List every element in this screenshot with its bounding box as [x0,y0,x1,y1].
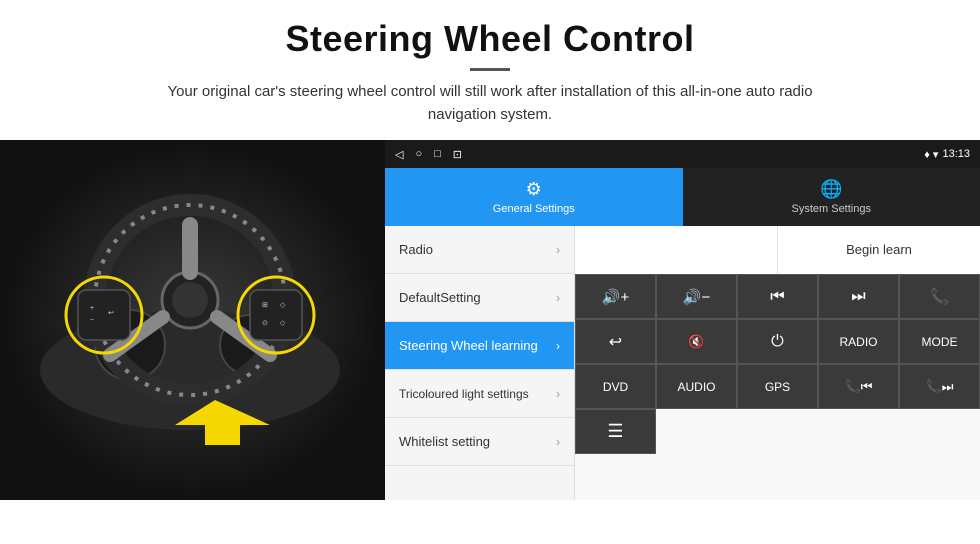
tabs-row: ⚙ General Settings 🌐 System Settings [385,168,980,226]
right-controls: Begin learn 🔊+ 🔊− ⏮ ⏭ [575,226,980,500]
svg-text:⊞: ⊞ [262,302,268,309]
menu-item-radio-label: Radio [399,242,433,257]
power-button[interactable]: ⏻ [737,319,818,364]
page-header: Steering Wheel Control Your original car… [0,0,980,136]
svg-text:↩: ↩ [108,310,114,317]
gps-label: GPS [765,380,790,394]
general-settings-icon: ⚙ [526,179,542,200]
chevron-icon: › [556,243,560,257]
chevron-icon: › [556,339,560,353]
tab-system-settings[interactable]: 🌐 System Settings [683,168,980,226]
mute-button[interactable]: 🔇 [656,319,737,364]
call-next-icon: 📞⏭ [926,379,954,395]
call-prev-button[interactable]: 📞⏮ [818,364,899,409]
menu-list-icon: ☰ [607,421,623,442]
time-display: 13:13 [942,148,970,160]
controls-row4: ☰ [575,409,980,454]
steering-wheel-image: ● + − ↩ ⊞ ◇ ⊙ ◇ [30,170,350,450]
call-icon: 📞 [930,287,950,307]
radio-label: RADIO [839,335,877,349]
menu-item-radio[interactable]: Radio › [385,226,574,274]
home-icon[interactable]: ○ [415,148,422,160]
menu-item-default-label: DefaultSetting [399,290,481,305]
power-icon: ⏻ [771,333,784,351]
menu-item-default-setting[interactable]: DefaultSetting › [385,274,574,322]
svg-text:⊙: ⊙ [262,320,268,327]
prev-track-icon: ⏮ [770,288,784,306]
tab-general-label: General Settings [493,203,575,215]
audio-label: AUDIO [677,380,715,394]
back-call-button[interactable]: ↩ [575,319,656,364]
dvd-button[interactable]: DVD [575,364,656,409]
tab-general-settings[interactable]: ⚙ General Settings [385,168,683,226]
car-image-area: ● + − ↩ ⊞ ◇ ⊙ ◇ [0,140,385,500]
audio-button[interactable]: AUDIO [656,364,737,409]
menu-item-steering-wheel[interactable]: Steering Wheel learning › [385,322,574,370]
main-content: ● + − ↩ ⊞ ◇ ⊙ ◇ [0,140,980,500]
svg-text:◇: ◇ [280,302,286,309]
tab-system-label: System Settings [792,203,871,215]
nav-icons: ◁ ○ □ ⊡ [395,148,462,161]
chevron-icon: › [556,387,560,401]
back-icon[interactable]: ◁ [395,148,403,161]
svg-text:−: − [90,317,94,324]
page-subtitle: Your original car's steering wheel contr… [140,81,840,126]
recents-icon[interactable]: □ [434,148,441,160]
mode-label: MODE [922,335,958,349]
begin-learn-row: Begin learn [575,226,980,274]
left-menu: Radio › DefaultSetting › Steering Wheel … [385,226,575,500]
controls-row2: ↩ 🔇 ⏻ RADIO MODE [575,319,980,364]
controls-row3: DVD AUDIO GPS 📞⏮ 📞⏭ [575,364,980,409]
controls-row1: 🔊+ 🔊− ⏮ ⏭ 📞 [575,274,980,319]
menu-item-whitelist-label: Whitelist setting [399,434,490,449]
svg-text:◇: ◇ [280,320,286,327]
prev-track-button[interactable]: ⏮ [737,274,818,319]
volume-up-icon: 🔊+ [602,288,629,306]
call-prev-icon: 📞⏮ [845,379,873,395]
back-call-icon: ↩ [609,332,622,352]
dvd-label: DVD [603,380,628,394]
mute-icon: 🔇 [688,334,704,350]
gps-button[interactable]: GPS [737,364,818,409]
menu-item-steering-label: Steering Wheel learning [399,338,538,353]
volume-up-button[interactable]: 🔊+ [575,274,656,319]
menu-item-whitelist[interactable]: Whitelist setting › [385,418,574,466]
menu-item-tricoloured[interactable]: Tricoloured light settings › [385,370,574,418]
call-next-button[interactable]: 📞⏭ [899,364,980,409]
next-track-icon: ⏭ [851,288,865,306]
svg-text:+: + [90,305,94,312]
content-area: Radio › DefaultSetting › Steering Wheel … [385,226,980,500]
page-title: Steering Wheel Control [40,18,940,60]
radio-button[interactable]: RADIO [818,319,899,364]
volume-down-button[interactable]: 🔊− [656,274,737,319]
title-divider [470,68,510,71]
car-background: ● + − ↩ ⊞ ◇ ⊙ ◇ [0,140,385,500]
status-right: ♦ ▾ 13:13 [924,148,970,161]
screen-icon[interactable]: ⊡ [453,148,462,161]
chevron-icon: › [556,291,560,305]
ui-panel: ◁ ○ □ ⊡ ♦ ▾ 13:13 ⚙ General Settings 🌐 S… [385,140,980,500]
blank-cell [575,226,778,274]
menu-icon-button[interactable]: ☰ [575,409,656,454]
mode-button[interactable]: MODE [899,319,980,364]
begin-learn-button[interactable]: Begin learn [778,226,980,274]
status-bar: ◁ ○ □ ⊡ ♦ ▾ 13:13 [385,140,980,168]
call-button[interactable]: 📞 [899,274,980,319]
menu-item-tricoloured-label: Tricoloured light settings [399,387,529,401]
volume-down-icon: 🔊− [683,288,710,306]
signal-icon: ♦ ▾ [924,148,938,161]
chevron-icon: › [556,435,560,449]
system-settings-icon: 🌐 [820,179,842,200]
next-track-button[interactable]: ⏭ [818,274,899,319]
